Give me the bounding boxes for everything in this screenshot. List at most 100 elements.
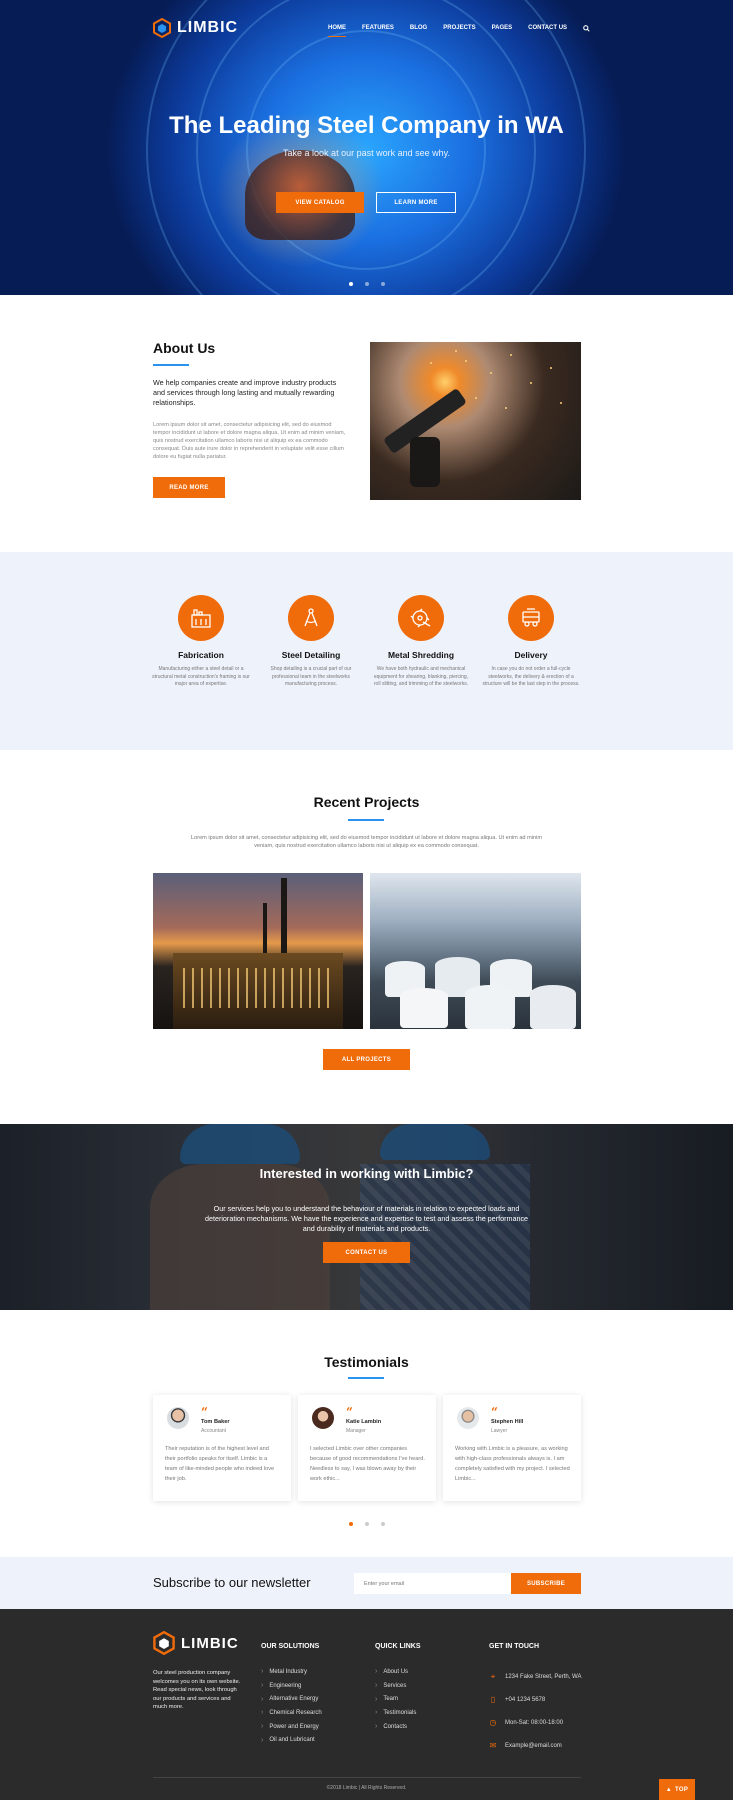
avatar xyxy=(167,1407,189,1429)
welding-sparks-image xyxy=(370,342,581,500)
footer-link[interactable]: › Contacts xyxy=(375,1720,416,1734)
service-delivery: Delivery In case you do not order a full… xyxy=(481,595,581,689)
arrow-up-icon: ▲ xyxy=(665,1786,673,1793)
footer-logo[interactable]: LIMBIC xyxy=(153,1631,239,1655)
logo-text: LIMBIC xyxy=(181,1634,239,1652)
footer-link[interactable]: › Metal Industry xyxy=(261,1665,322,1679)
logo-hexagon-icon xyxy=(153,18,171,38)
footer-link[interactable]: › Services xyxy=(375,1679,416,1693)
quote-icon: “ xyxy=(346,1405,353,1419)
slider-dot[interactable] xyxy=(349,282,353,286)
newsletter-section: Subscribe to our newsletter SUBSCRIBE xyxy=(0,1557,733,1609)
logo[interactable]: LIMBIC xyxy=(153,18,238,38)
contact-phone[interactable]: ▯ +04 1234 5678 xyxy=(489,1688,581,1711)
projects-description: Lorem ipsum dolor sit amet, consectetur … xyxy=(190,835,543,849)
nav-home[interactable]: HOME xyxy=(320,25,354,37)
project-refinery-image[interactable] xyxy=(153,873,363,1029)
contact-list: ⌖ 1234 Fake Street, Perth, WA ▯ +04 1234 5… xyxy=(489,1665,582,1757)
footer-link[interactable]: › About Us xyxy=(375,1665,416,1679)
projects-title: Recent Projects xyxy=(313,794,420,810)
service-fabrication: Fabrication Manufacturing either a steel… xyxy=(151,595,251,689)
cta-text: Our services help you to understand the … xyxy=(204,1204,529,1233)
footer-link[interactable]: › Team xyxy=(375,1692,416,1706)
service-metal-shredding: Metal Shredding We have both hydraulic a… xyxy=(371,595,471,689)
contact-us-button[interactable]: CONTACT US xyxy=(323,1242,410,1263)
footer: LIMBIC Our steel production company welc… xyxy=(0,1609,733,1800)
testimonial-role: Manager xyxy=(346,1428,366,1434)
project-storage-tanks-image[interactable] xyxy=(370,873,581,1029)
testimonial-name: Katie Lambin xyxy=(346,1419,382,1425)
hero-slider: LIMBIC HOME FEATURES BLOG PROJECTS PAGES… xyxy=(0,0,733,295)
logo-hexagon-icon xyxy=(153,1631,175,1655)
footer-divider xyxy=(153,1777,581,1778)
chevron-right-icon: › xyxy=(375,1668,378,1676)
email-input[interactable] xyxy=(354,1573,511,1594)
title-underline xyxy=(348,819,384,821)
back-to-top-button[interactable]: ▲ TOP xyxy=(659,1779,695,1800)
nav-features[interactable]: FEATURES xyxy=(354,25,402,37)
slider-dot[interactable] xyxy=(381,1522,385,1526)
saw-blade-icon xyxy=(398,595,444,641)
footer-heading-contact: GET IN TOUCH xyxy=(489,1643,540,1650)
title-underline xyxy=(348,1377,384,1379)
nav-pages[interactable]: PAGES xyxy=(484,25,521,37)
contact-hours: ◷ Mon-Sat: 08:00-18:00 xyxy=(489,1718,564,1727)
about-title: About Us xyxy=(153,340,216,356)
contact-address: ⌖ 1234 Fake Street, Perth, WA xyxy=(490,1671,582,1681)
envelope-icon: ✉ xyxy=(489,1741,497,1750)
avatar xyxy=(312,1407,334,1429)
testimonial-text: Their reputation is of the highest level… xyxy=(165,1446,275,1482)
subscribe-button[interactable]: SUBSCRIBE xyxy=(511,1573,581,1594)
slider-dot[interactable] xyxy=(365,282,369,286)
chevron-right-icon: › xyxy=(261,1668,264,1676)
footer-link[interactable]: › Engineering xyxy=(261,1679,322,1693)
footer-link[interactable]: › Power and Energy xyxy=(261,1720,322,1734)
footer-link[interactable]: › Oil and Lubricant xyxy=(261,1733,322,1747)
slider-dot[interactable] xyxy=(365,1522,369,1526)
about-lead: We help companies create and improve ind… xyxy=(153,378,337,407)
learn-more-button[interactable]: LEARN MORE xyxy=(376,192,456,213)
service-title: Steel Detailing xyxy=(281,650,341,660)
compass-icon xyxy=(288,595,334,641)
slider-dot[interactable] xyxy=(349,1522,353,1526)
newsletter-title: Subscribe to our newsletter xyxy=(153,1575,311,1590)
chevron-right-icon: › xyxy=(261,1695,264,1703)
footer-heading-quick-links: QUICK LINKS xyxy=(375,1643,421,1650)
logo-text: LIMBIC xyxy=(177,19,239,36)
footer-heading-solutions: OUR SOLUTIONS xyxy=(261,1643,320,1650)
view-catalog-button[interactable]: VIEW CATALOG xyxy=(276,192,364,213)
all-projects-button[interactable]: ALL PROJECTS xyxy=(323,1049,410,1070)
slider-dot[interactable] xyxy=(381,282,385,286)
avatar xyxy=(457,1407,479,1429)
cta-section: Interested in working with Limbic? Our s… xyxy=(0,1124,733,1310)
testimonial-role: Accountant xyxy=(201,1428,227,1434)
footer-link[interactable]: › Alternative Energy xyxy=(261,1692,322,1706)
service-title: Fabrication xyxy=(178,650,224,660)
solutions-list: › Metal Industry › Engineering › Alternativ… xyxy=(261,1665,322,1747)
factory-icon xyxy=(178,595,224,641)
phone-icon: ▯ xyxy=(490,1695,496,1704)
copyright: ©2018 Limbic | All Rights Reserved. xyxy=(326,1785,407,1791)
chevron-right-icon: › xyxy=(375,1695,378,1703)
service-text: We have both hydraulic and mechanical eq… xyxy=(373,666,469,687)
footer-link[interactable]: › Chemical Research xyxy=(261,1706,322,1720)
service-title: Metal Shredding xyxy=(387,650,455,660)
nav-blog[interactable]: BLOG xyxy=(402,25,435,37)
footer-link[interactable]: › Testimonials xyxy=(375,1706,416,1720)
hero-subtitle: Take a look at our past work and see why… xyxy=(283,148,450,158)
contact-email[interactable]: ✉ Example@email.com xyxy=(489,1734,581,1757)
nav-projects[interactable]: PROJECTS xyxy=(435,25,483,37)
chevron-right-icon: › xyxy=(375,1682,378,1690)
hero-title: The Leading Steel Company in WA xyxy=(169,112,564,139)
chevron-right-icon: › xyxy=(261,1709,264,1717)
service-steel-detailing: Steel Detailing Shop detailing is a cruc… xyxy=(261,595,361,689)
read-more-button[interactable]: READ MORE xyxy=(153,477,225,498)
clock-icon: ◷ xyxy=(489,1718,497,1727)
quick-links-list: › About Us › Services › Team › Testimonials … xyxy=(375,1665,416,1733)
search-icon[interactable] xyxy=(575,25,598,37)
truck-icon xyxy=(508,595,554,641)
chevron-right-icon: › xyxy=(261,1682,264,1690)
testimonial-card: “ Stephen Hill Lawyer Working with Limbi… xyxy=(443,1395,581,1501)
nav-contact-us[interactable]: CONTACT US xyxy=(520,25,575,37)
main-nav: HOME FEATURES BLOG PROJECTS PAGES CONTAC… xyxy=(320,25,598,37)
